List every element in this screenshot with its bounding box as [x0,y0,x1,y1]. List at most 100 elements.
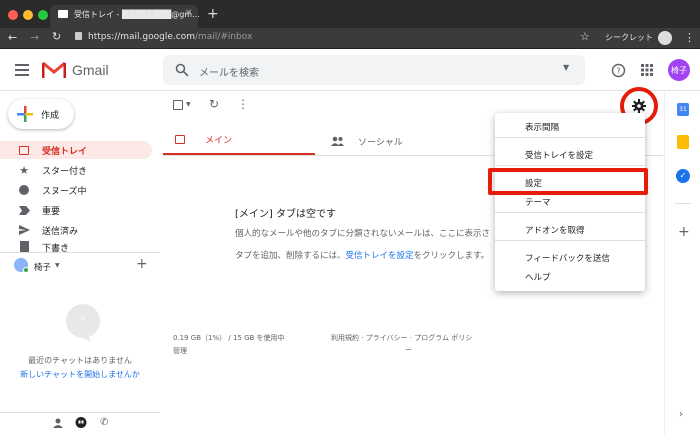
sidebar-item-drafts[interactable]: 下書き [0,241,152,252]
account-avatar[interactable]: 椅子 [668,59,690,81]
menu-divider [495,165,645,166]
search-input[interactable]: メールを検索 [199,64,259,79]
menu-divider [495,137,645,138]
new-tab-button[interactable]: + [207,6,219,22]
select-dropdown-icon[interactable]: ▼ [186,101,191,108]
expand-panel-icon[interactable]: › [679,409,683,420]
sidebar-item-label: 受信トレイ [42,146,88,157]
start-chat-link[interactable]: 新しいチャットを開始しませんか [0,369,160,380]
chat-user-name[interactable]: 椅子 [34,261,51,273]
select-all-checkbox[interactable] [173,100,183,110]
menu-divider [495,240,645,241]
configure-inbox-link[interactable]: 受信トレイを設定 [346,251,414,261]
url-path: /mail/#inbox [194,32,253,42]
compose-button[interactable]: 作成 [8,99,74,129]
search-box[interactable]: メールを検索 ▼ [163,55,585,85]
settings-item-highlight [488,168,648,195]
reload-icon[interactable]: ↻ [52,30,61,43]
menu-item-get-addons[interactable]: アドオンを取得 [525,224,585,236]
svg-text:?: ? [616,67,620,76]
search-icon[interactable] [175,63,189,77]
plus-icon [17,106,33,122]
menu-item-density[interactable]: 表示間隔 [525,121,559,133]
menu-item-configure-inbox[interactable]: 受信トレイを設定 [525,149,593,161]
sidebar-item-label: スヌーズ中 [42,186,87,197]
menu-divider [495,212,645,213]
more-actions-icon[interactable]: ⋮ [237,97,249,111]
empty-hint-prefix: タブを追加、削除するには、 [235,251,346,261]
apps-grid-icon[interactable] [641,64,653,76]
gmail-logo-icon [42,61,66,79]
browser-toolbar: ← → ↻ https://mail.google.com/mail/#inbo… [0,28,700,49]
back-icon[interactable]: ← [8,31,17,44]
storage-usage: 0.19 GB（1%） / 15 GB を使用中 [173,334,285,342]
tab-close-icon[interactable]: × [185,8,193,18]
svg-text:": " [80,315,85,328]
add-chat-button[interactable]: + [136,256,148,272]
url-field[interactable]: https://mail.google.com/mail/#inbox [88,32,252,42]
menu-item-help[interactable]: ヘルプ [525,271,551,283]
gmail-header: Gmail メールを検索 ▼ ? 椅子 [0,49,700,91]
help-icon[interactable]: ? [611,63,626,78]
empty-title: [メイン] タブは空です [235,209,336,220]
footer-links[interactable]: 利用規約 · プライバシー · プログラム ポリシ [331,333,472,343]
manage-storage-link[interactable]: 管理 [173,346,187,356]
app-name: Gmail [72,62,109,78]
chat-bubble-icon: " [66,304,100,342]
gear-icon[interactable] [632,99,646,113]
search-options-icon[interactable]: ▼ [563,63,569,72]
forward-icon[interactable]: → [30,31,39,44]
phone-icon[interactable]: ✆ [100,417,108,428]
calendar-icon[interactable]: 31 [677,103,689,116]
people-icon [331,136,344,146]
main-menu-icon[interactable] [12,61,32,79]
hangouts-icon[interactable] [75,417,87,429]
settings-menu: 表示間隔 受信トレイを設定 設定 テーマ アドオンを取得 フィードバックを送信 … [495,113,645,291]
sidebar-divider [0,252,160,253]
sidebar-item-label: 下書き [42,244,70,252]
side-panel-divider [675,203,691,204]
bookmark-star-icon[interactable]: ☆ [580,30,590,43]
inbox-icon [16,145,32,155]
sidebar-item-sent[interactable]: 送信済み [0,221,152,239]
url-host: https://mail.google.com [88,32,195,42]
empty-hint-suffix: をクリックします。 [413,251,490,261]
tab-social[interactable]: ソーシャル [331,126,491,156]
lock-icon [75,32,82,40]
tasks-icon[interactable]: ✓ [676,169,690,183]
minimize-window-button[interactable] [23,10,33,20]
side-panel: 31 ✓ + › [664,91,700,434]
tab-primary[interactable]: メイン [163,126,315,156]
chat-status-dropdown-icon[interactable]: ▼ [55,262,60,269]
person-icon[interactable] [53,418,63,428]
chat-avatar-icon [14,258,29,273]
browser-tab[interactable]: 受信トレイ - ████████@gm... × [50,5,200,28]
menu-item-themes[interactable]: テーマ [525,196,551,208]
draft-icon [16,241,32,252]
gmail-favicon-icon [58,10,68,18]
tab-label: メイン [205,136,233,146]
browser-menu-icon[interactable]: ⋮ [684,31,695,44]
label-important-icon [16,205,32,215]
star-icon: ★ [19,163,29,177]
footer-dash: ー [405,346,412,354]
chat-footer-divider [0,412,160,413]
clock-icon [16,185,32,195]
sidebar-item-label: スター付き [42,166,88,177]
menu-item-send-feedback[interactable]: フィードバックを送信 [525,252,610,264]
sidebar-item-important[interactable]: 重要 [0,201,152,219]
sidebar-item-starred[interactable]: ★ スター付き [0,161,152,179]
sidebar-item-label: 送信済み [42,226,79,237]
keep-icon[interactable] [677,135,689,149]
maximize-window-button[interactable] [38,10,48,20]
incognito-icon[interactable] [658,31,672,45]
get-addons-icon[interactable]: + [678,224,690,240]
no-chats-text: 最近のチャットはありません [28,356,132,365]
close-window-button[interactable] [8,10,18,20]
sidebar-item-snoozed[interactable]: スヌーズ中 [0,181,152,199]
refresh-icon[interactable]: ↻ [209,97,219,111]
sidebar-item-inbox[interactable]: 受信トレイ [0,141,152,159]
compose-label: 作成 [41,110,60,121]
inbox-tab-icon [175,135,185,144]
tab-title: 受信トレイ - ████████@gm... [74,10,200,19]
